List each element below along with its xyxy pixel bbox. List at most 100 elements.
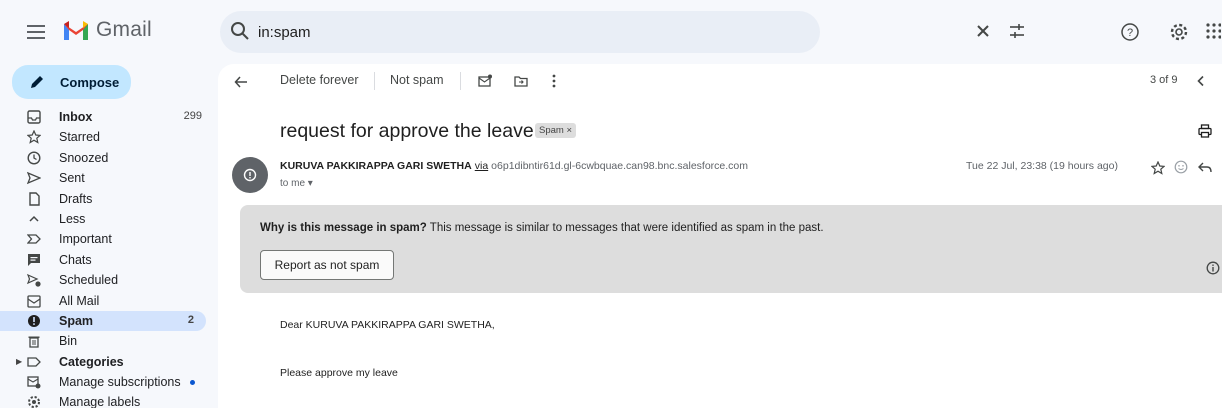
sidebar-item-snoozed[interactable]: Snoozed [0,148,212,168]
sidebar-item-label: Sent [59,171,85,186]
spam-warning-title: Why is this message in spam? [260,222,427,234]
clear-search-icon[interactable] [974,22,992,40]
sidebar-item-label: All Mail [59,293,100,308]
clock-icon [27,151,41,165]
sidebar-item-label: Bin [59,334,78,349]
recipient-details-toggle[interactable]: to me ▾ [280,178,313,189]
inbox-icon [27,110,41,124]
not-spam-button[interactable]: Not spam [390,73,444,87]
sidebar-item-inbox[interactable]: Inbox 299 [0,107,212,127]
sidebar-item-label: Spam [59,313,94,328]
sidebar-item-drafts[interactable]: Drafts [0,189,212,209]
sidebar-item-label: Less [59,211,86,226]
main-menu-button[interactable] [16,12,56,52]
more-options-vertical-icon[interactable] [552,74,556,88]
sidebar-item-starred[interactable]: Starred [0,127,212,147]
sender-name[interactable]: KURUVA PAKKIRAPPA GARI SWETHA [280,160,472,172]
subscriptions-mail-icon [27,375,41,389]
info-icon[interactable] [1206,261,1220,275]
important-marker-icon [27,232,41,246]
gmail-m-icon [64,21,88,40]
sender-avatar[interactable] [232,157,268,193]
chat-bubble-icon [27,253,41,267]
move-to-folder-icon[interactable] [514,74,528,88]
pencil-icon [31,76,43,88]
message-view: Delete forever Not spam 3 of 9 request f… [218,64,1222,408]
app-name: Gmail [96,18,152,41]
message-greeting: Dear KURUVA PAKKIRAPPA GARI SWETHA, [280,319,495,331]
sidebar-item-less[interactable]: Less [0,209,212,229]
inbox-count: 299 [183,110,202,122]
message-date: Tue 22 Jul, 23:38 (19 hours ago) [966,160,1118,172]
send-icon [27,171,41,185]
gmail-logo[interactable]: Gmail [62,18,152,42]
sender-domain: o6p1dibntir61d.gl-6cwbquae.can98.bnc.sal… [491,160,749,172]
spam-alert-icon [27,314,41,328]
spam-warning-reason: This message is similar to messages that… [426,222,824,234]
message-subject: request for approve the leave [280,120,534,142]
compose-label: Compose [60,75,120,90]
print-icon[interactable] [1198,124,1212,138]
sidebar-item-label: Important [59,232,112,247]
top-bar: Gmail ? [0,0,1222,64]
report-not-spam-button[interactable]: Report as not spam [260,250,394,280]
spam-warning-banner: Why is this message in spam? This messag… [240,205,1222,293]
sidebar-item-manage-labels[interactable]: Manage labels [0,392,212,408]
sidebar-item-categories[interactable]: ▶ Categories [0,352,212,372]
sidebar-item-label: Manage subscriptions [59,375,181,390]
reply-arrow-icon[interactable] [1198,162,1212,174]
sidebar-item-bin[interactable]: Bin [0,331,212,351]
label-tag-icon [27,355,41,369]
spam-count: 2 [187,313,194,326]
hamburger-icon [27,25,45,39]
sidebar-item-scheduled[interactable]: Scheduled [0,270,212,290]
sidebar-item-label: Scheduled [59,273,119,288]
sidebar-item-manage-subscriptions[interactable]: Manage subscriptions [0,372,212,392]
compose-button[interactable]: Compose [12,65,131,99]
message-body: Please approve my leave [280,367,398,379]
toolbar-divider [460,72,461,90]
search-options-icon[interactable] [1008,22,1026,40]
chevron-left-icon[interactable] [1196,75,1206,87]
search-bar [220,11,1024,53]
star-icon [27,130,41,145]
spam-label-badge[interactable]: Spam × [535,123,577,138]
star-icon[interactable] [1151,161,1165,175]
toolbar-divider [374,72,375,90]
sidebar-item-spam[interactable]: Spam 2 [0,310,206,332]
search-icon[interactable] [230,21,250,41]
sidebar-item-label: Chats [59,252,92,267]
settings-gear-icon[interactable] [1169,22,1189,42]
via-link[interactable]: via [475,160,488,172]
sender-line: KURUVA PAKKIRAPPA GARI SWETHA via o6p1dibn… [280,160,748,172]
delete-forever-button[interactable]: Delete forever [280,73,359,87]
help-icon[interactable]: ? [1120,22,1140,42]
scheduled-send-icon [27,273,41,287]
search-input[interactable] [258,20,718,44]
chevron-up-icon [27,212,41,226]
sidebar-item-all-mail[interactable]: All Mail [0,291,212,311]
sidebar-item-label: Snoozed [59,150,109,165]
spam-warning-text: Why is this message in spam? This messag… [260,222,824,234]
draft-file-icon [27,191,41,206]
back-arrow-icon[interactable] [234,75,248,89]
new-indicator-dot [190,380,195,386]
expand-arrow-icon[interactable]: ▶ [16,357,22,366]
sidebar-item-important[interactable]: Important [0,229,212,249]
apps-grid-icon[interactable] [1205,22,1221,40]
all-mail-icon [27,294,41,308]
sidebar-item-label: Categories [59,354,124,369]
svg-text:?: ? [1127,27,1133,39]
sidebar-item-label: Drafts [59,191,93,206]
sidebar-item-label: Manage labels [59,395,141,408]
sidebar-item-chats[interactable]: Chats [0,250,212,270]
settings-gear-icon [27,395,41,408]
mark-unread-icon[interactable] [478,74,492,88]
sender-warning-icon [243,168,257,182]
pagination-count: 3 of 9 [1150,74,1178,86]
sidebar-nav: Inbox 299 Starred Snoozed Sent Drafts Le… [0,107,212,408]
sidebar-item-label: Starred [59,130,100,145]
trash-bin-icon [27,334,41,348]
sidebar-item-sent[interactable]: Sent [0,168,212,188]
emoji-reaction-icon[interactable] [1174,160,1188,174]
